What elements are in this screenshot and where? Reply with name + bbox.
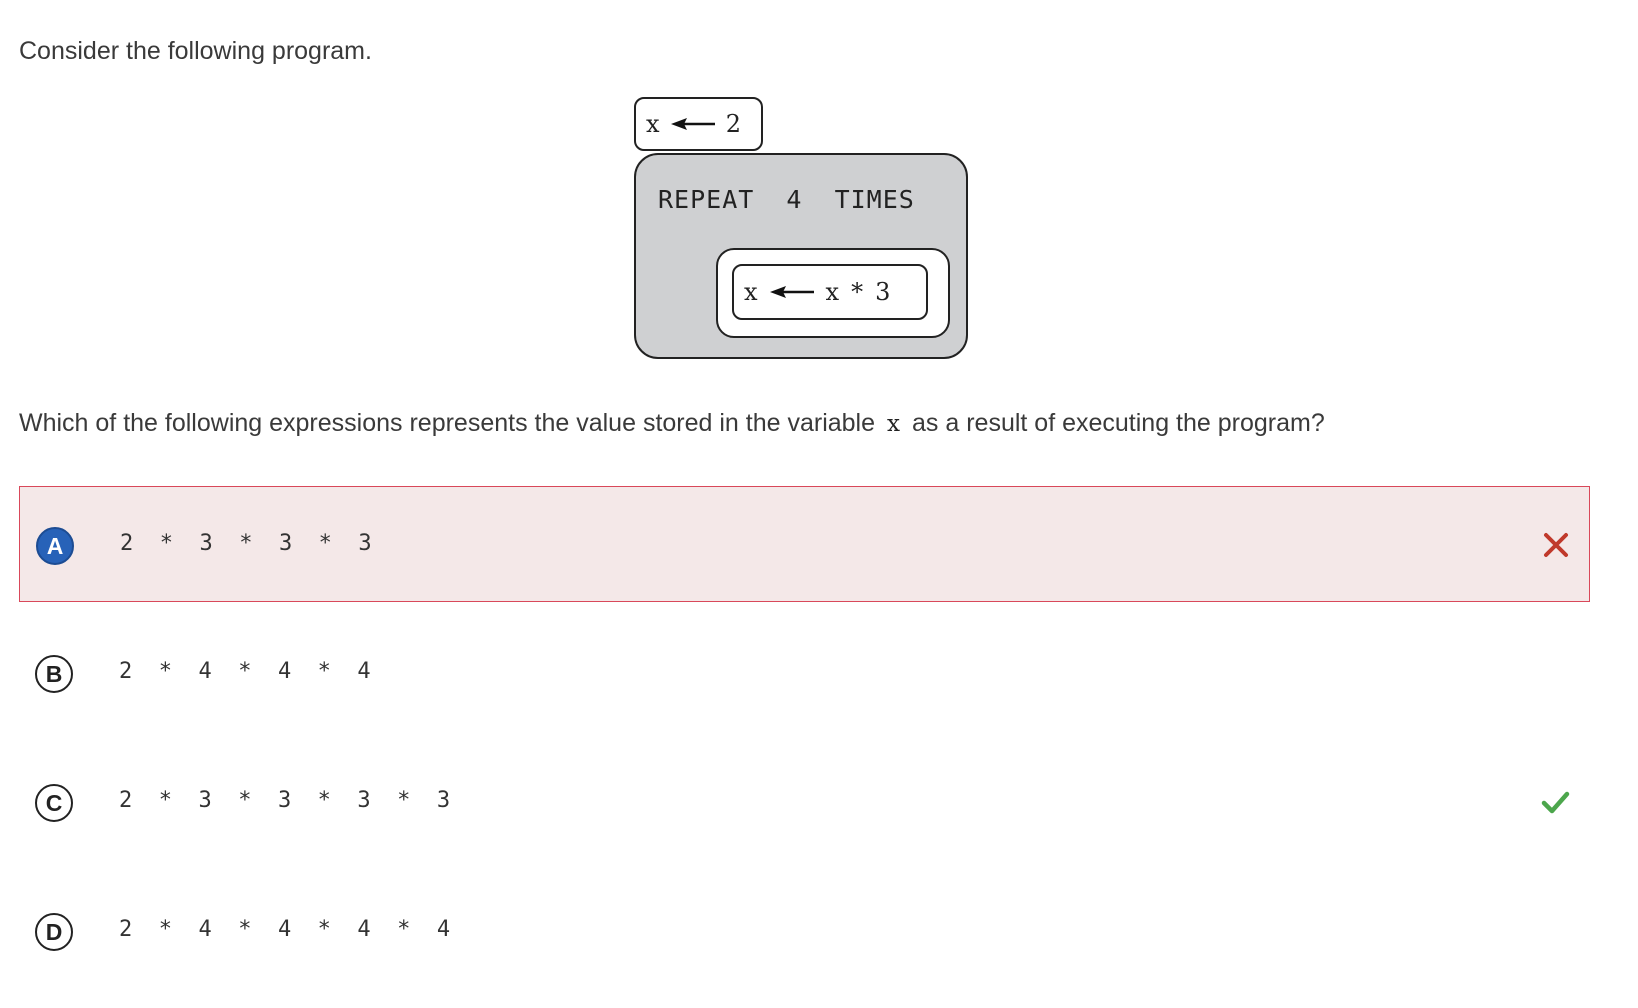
repeat-block: REPEAT 4 TIMES x x * 3: [634, 153, 968, 359]
option-text-c: 2 * 3 * 3 * 3 * 3: [119, 788, 451, 813]
inner-operand: 3: [875, 278, 891, 306]
option-text-b: 2 * 4 * 4 * 4: [119, 659, 371, 684]
option-letter-c: C: [35, 784, 73, 822]
left-arrow-icon: [670, 117, 715, 131]
option-c[interactable]: C 2 * 3 * 3 * 3 * 3: [19, 744, 1590, 860]
question-before: Which of the following expressions repre…: [19, 409, 876, 437]
inner-expr-variable: x: [825, 278, 840, 306]
option-text-a: 2 * 3 * 3 * 3: [120, 531, 372, 556]
question-text: Which of the following expressions repre…: [19, 409, 1325, 438]
assign-value: 2: [725, 110, 741, 138]
assign-block: x 2: [634, 97, 763, 151]
prompt-text: Consider the following program.: [19, 37, 372, 65]
option-letter-d: D: [35, 913, 73, 951]
inner-operator: *: [851, 278, 864, 306]
repeat-body: x x * 3: [716, 248, 950, 338]
question-after: as a result of executing the program?: [912, 409, 1325, 437]
option-d[interactable]: D 2 * 4 * 4 * 4 * 4: [19, 873, 1590, 989]
option-a[interactable]: A 2 * 3 * 3 * 3: [19, 486, 1590, 602]
x-mark-icon: [1544, 533, 1568, 557]
left-arrow-icon: [769, 285, 814, 299]
inner-assign-block: x x * 3: [732, 264, 928, 320]
assign-variable: x: [646, 110, 660, 138]
inner-variable: x: [744, 278, 758, 306]
option-b[interactable]: B 2 * 4 * 4 * 4: [19, 615, 1590, 731]
question-code: x: [887, 411, 901, 437]
check-mark-icon: [1541, 791, 1570, 814]
option-letter-b: B: [35, 655, 73, 693]
option-text-d: 2 * 4 * 4 * 4 * 4: [119, 917, 451, 942]
option-letter-a: A: [36, 527, 74, 565]
repeat-label: REPEAT 4 TIMES: [658, 185, 915, 214]
